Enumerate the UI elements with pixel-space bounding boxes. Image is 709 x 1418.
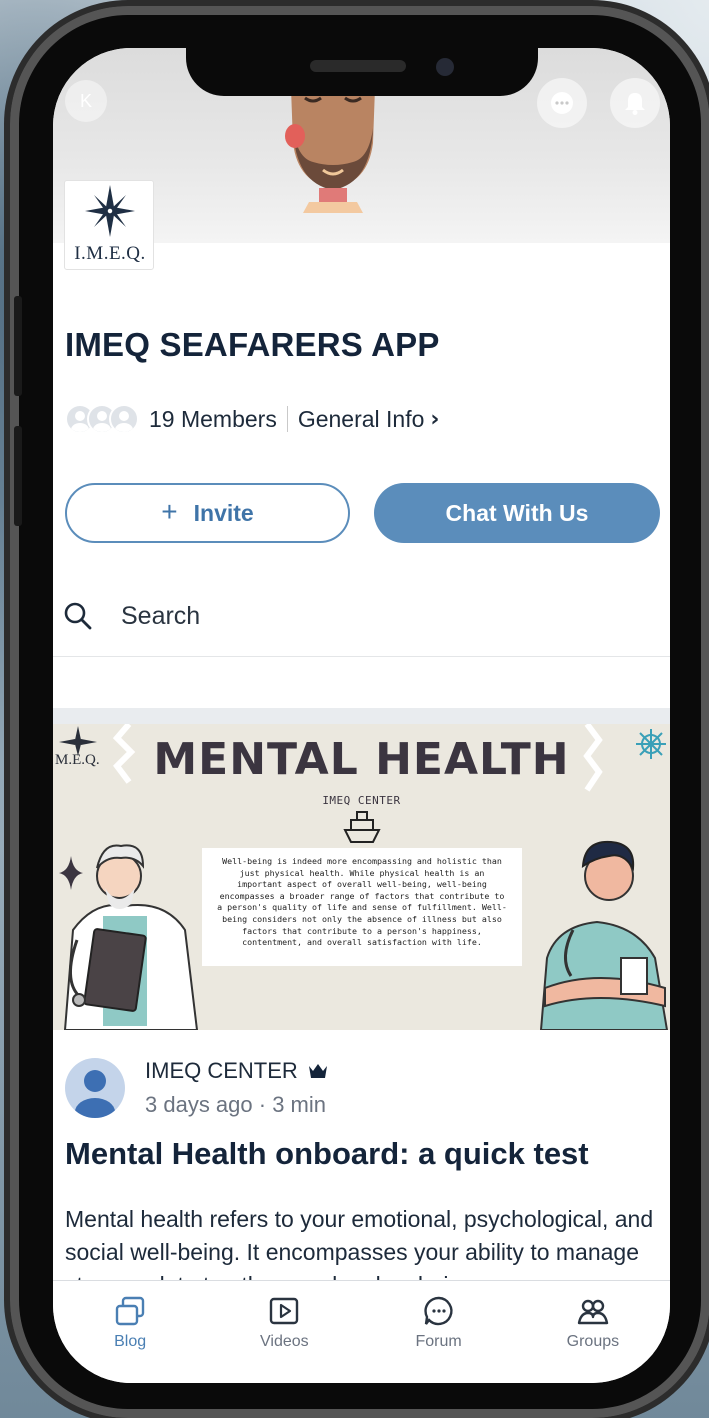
author-name[interactable]: IMEQ CENTER [145, 1058, 298, 1084]
crown-icon [308, 1064, 327, 1078]
search-icon [64, 602, 92, 630]
user-avatar[interactable]: K [65, 80, 107, 122]
notch-camera [436, 58, 454, 76]
nurse-illustration [539, 840, 669, 1030]
banner-title: MENTAL HEALTH [153, 734, 570, 785]
nav-label: Blog [114, 1333, 147, 1350]
member-avatar [109, 404, 139, 434]
divider [286, 406, 288, 432]
notch-speaker [310, 60, 406, 72]
bell-icon[interactable] [610, 78, 660, 128]
post-title[interactable]: Mental Health onboard: a quick test [65, 1136, 589, 1172]
group-title: IMEQ SEAFARERS APP [65, 326, 440, 363]
chat-icon[interactable] [537, 78, 587, 128]
author-avatar[interactable] [65, 1058, 125, 1118]
author-row[interactable]: IMEQ CENTER [145, 1058, 328, 1084]
divider [53, 656, 670, 657]
nav-item-blog[interactable]: Blog [53, 1281, 207, 1383]
bottom-nav: Blog Videos Forum Groups [53, 1280, 670, 1383]
logo-text: I.M.E.Q. [74, 243, 146, 264]
banner-subtitle: IMEQ CENTER [322, 794, 401, 807]
members-row[interactable]: 19 Members General Info › [65, 402, 440, 436]
chat-with-us-button[interactable]: Chat With Us [374, 483, 660, 543]
doctor-illustration [63, 844, 199, 1030]
general-info-link[interactable]: General Info [298, 406, 425, 433]
post-meta: 3 days ago · 3 min [145, 1092, 326, 1117]
app-screen: K I.M.E.Q. IMEQ SEAFARERS APP 19 Members… [53, 48, 670, 1383]
nav-item-groups[interactable]: Groups [516, 1281, 670, 1383]
blog-icon [115, 1296, 145, 1326]
ship-icon [343, 811, 381, 843]
invite-label: Invite [193, 499, 254, 526]
nav-label: Videos [260, 1333, 309, 1350]
banner-text-card: Well-being is indeed more encompassing a… [202, 848, 522, 966]
feed-separator [53, 708, 670, 724]
post-excerpt: Mental health refers to your emotional, … [65, 1206, 654, 1283]
nav-item-forum[interactable]: Forum [362, 1281, 516, 1383]
nav-item-videos[interactable]: Videos [207, 1281, 361, 1383]
nav-label: Forum [415, 1333, 462, 1350]
member-avatars [65, 404, 139, 434]
search-input[interactable]: Search [121, 602, 200, 631]
post-cover-image[interactable]: M.E.Q. MENTAL HEALTH IMEQ CENTER Well-be… [53, 724, 670, 1030]
invite-button[interactable]: + Invite [65, 483, 350, 543]
cover-face-illustration [285, 88, 375, 213]
search-bar[interactable]: Search [63, 596, 663, 636]
phone-side-button [14, 296, 22, 396]
phone-notch [186, 48, 538, 96]
chevron-right-icon: › [430, 406, 440, 432]
chat-label: Chat With Us [445, 499, 589, 526]
video-icon [270, 1297, 299, 1325]
plus-icon: + [161, 495, 178, 527]
compass-rose-icon [85, 185, 135, 237]
phone-side-button [14, 426, 22, 526]
groups-icon [577, 1299, 609, 1325]
group-logo: I.M.E.Q. [64, 180, 154, 270]
members-count[interactable]: 19 Members [149, 406, 277, 433]
forum-icon [423, 1296, 453, 1326]
nav-label: Groups [566, 1333, 620, 1350]
